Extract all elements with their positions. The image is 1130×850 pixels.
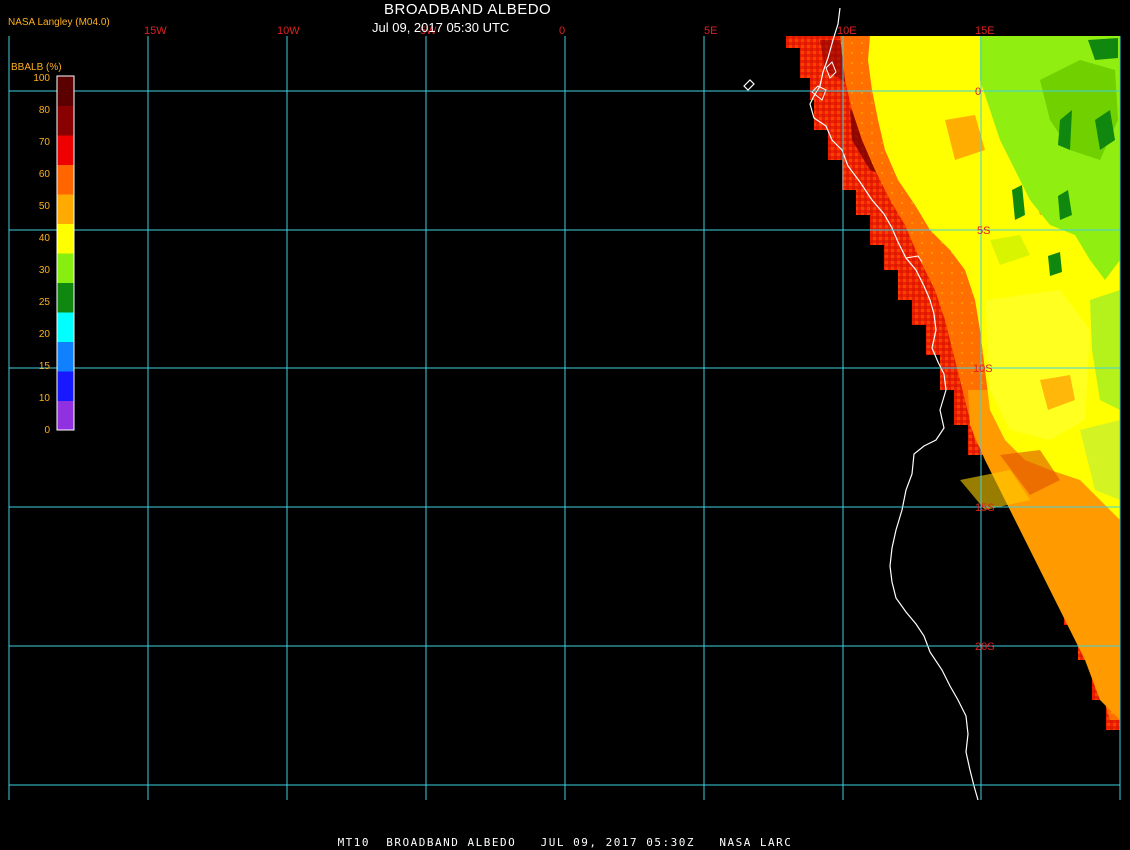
lon-label: 0 [559, 25, 565, 37]
colorbar-swatch [57, 312, 74, 342]
lat-label: 5S [977, 225, 990, 237]
colorbar-tick-label: 25 [39, 297, 51, 308]
lat-label: 15S [975, 502, 995, 514]
colorbar-tick-label: 100 [33, 73, 50, 84]
colorbar-ticks: 0 10 15 20 25 30 40 50 60 70 80 100 [33, 73, 50, 436]
colorbar-swatch [57, 341, 74, 372]
colorbar-swatch [57, 105, 74, 136]
provider-label: NASA Langley (M04.0) [8, 17, 110, 28]
albedo-map: 15W 10W 5W 0 5E 10E 15E 0 5S 10S 15S 20S… [8, 7, 1121, 801]
lon-label: 10E [837, 25, 857, 37]
colorbar-tick-label: 50 [39, 201, 51, 212]
colorbar-tick-label: 30 [39, 265, 51, 276]
colorbar-swatch [57, 76, 74, 106]
colorbar-swatch [57, 253, 74, 283]
albedo-field [786, 36, 1120, 730]
lat-label: 0 [975, 86, 981, 98]
colorbar-swatch [57, 400, 74, 431]
map-timestamp: Jul 09, 2017 05:30 UTC [372, 20, 510, 35]
colorbar-tick-label: 15 [39, 361, 51, 372]
colorbar-tick-label: 40 [39, 233, 51, 244]
colorbar-tick-label: 60 [39, 169, 51, 180]
longitude-labels: 15W 10W 5W 0 5E 10E 15E [144, 25, 995, 37]
colorbar-tick-label: 0 [44, 425, 50, 436]
lat-label: 20S [975, 641, 995, 653]
colorbar-swatch [57, 135, 74, 165]
colorbar-swatch [57, 164, 74, 195]
colorbar-swatch [57, 371, 74, 401]
colorbar-tick-label: 80 [39, 105, 51, 116]
lon-label: 15W [144, 25, 167, 37]
colorbar-title: BBALB (%) [11, 62, 62, 73]
map-title: BROADBAND ALBEDO [384, 1, 552, 18]
lon-label: 10W [277, 25, 300, 37]
colorbar-tick-label: 70 [39, 137, 51, 148]
colorbar: 0 10 15 20 25 30 40 50 60 70 80 100 [33, 73, 75, 436]
colorbar-swatches [57, 76, 74, 431]
colorbar-tick-label: 20 [39, 329, 51, 340]
lat-label: 10S [973, 363, 993, 375]
island-outline [743, 79, 755, 91]
colorbar-swatch [57, 223, 74, 254]
colorbar-swatch [57, 282, 74, 313]
lon-label: 15E [975, 25, 995, 37]
footer-caption: MT10 BROADBAND ALBEDO JUL 09, 2017 05:30… [337, 836, 793, 849]
lon-label: 5E [704, 25, 717, 37]
colorbar-swatch [57, 194, 74, 224]
colorbar-tick-label: 10 [39, 393, 51, 404]
